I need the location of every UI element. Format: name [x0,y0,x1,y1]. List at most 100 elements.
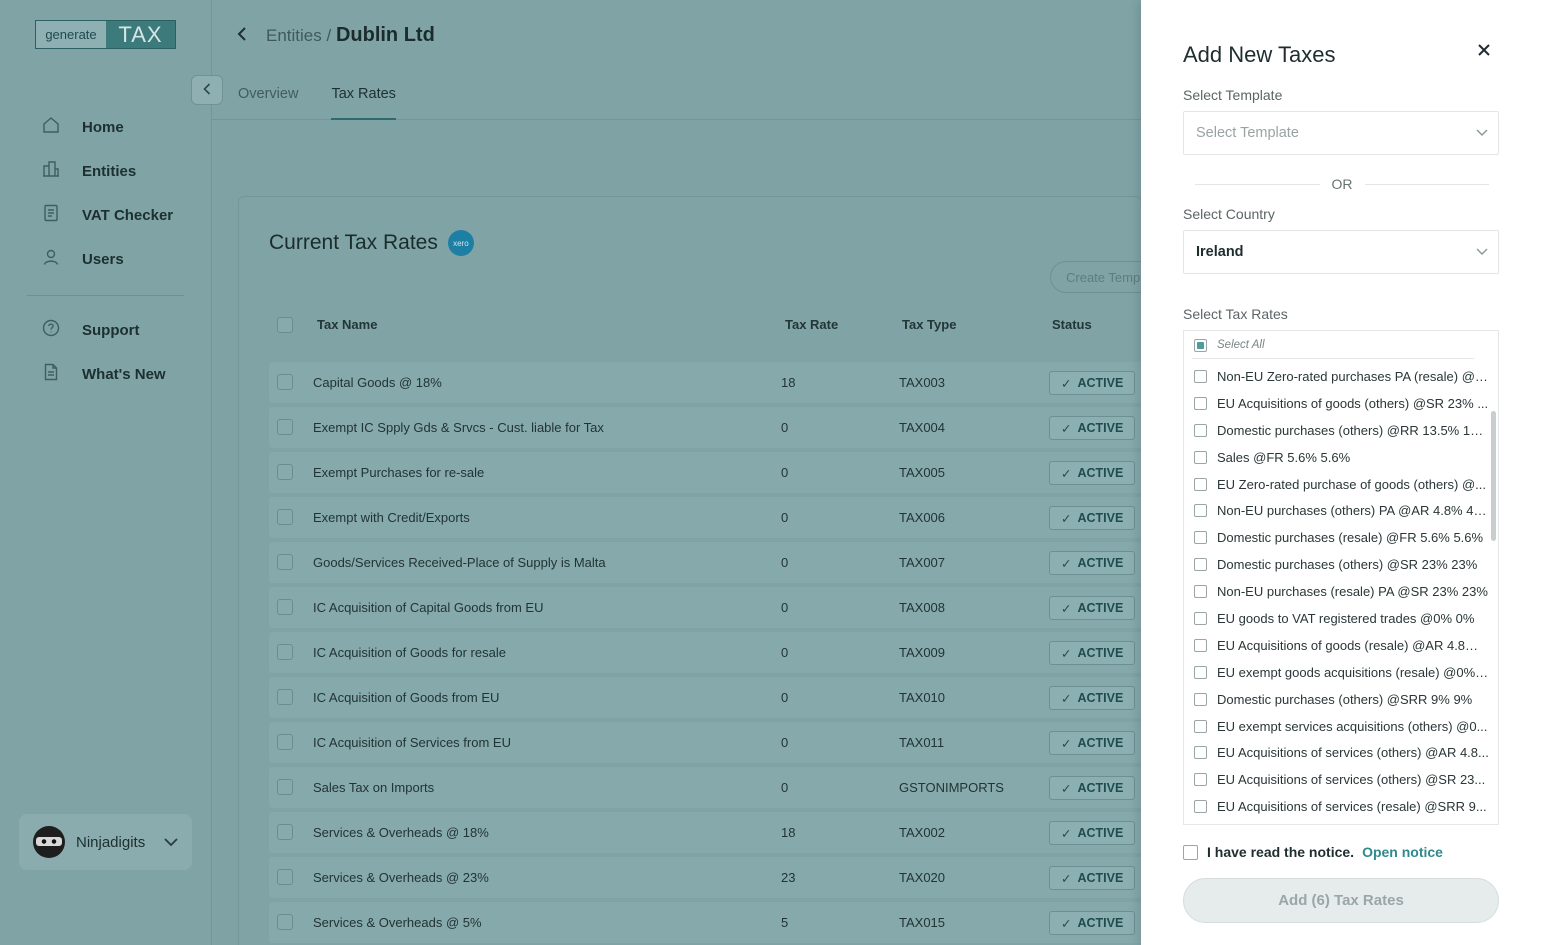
tax-rate-checkbox[interactable] [1194,611,1207,625]
tax-rate-checkbox[interactable] [1194,638,1207,652]
tax-rate-option[interactable]: Domestic purchases (others) @SR 23% 23% [1184,551,1490,578]
status-text: ACTIVE [1077,556,1124,570]
tax-rate-checkbox[interactable] [1194,585,1207,599]
sidebar-item-support[interactable]: Support [27,308,184,352]
list-scrollbar[interactable] [1491,411,1496,541]
row-checkbox[interactable] [277,374,293,390]
tax-rate-option[interactable]: EU Acquisitions of services (resale) @SR… [1184,793,1490,820]
tax-rate-option[interactable]: EU Acquisitions of goods (others) @SR 23… [1184,390,1490,417]
table-row[interactable]: IC Acquisition of Goods for resale 0 TAX00… [269,632,1141,673]
user-menu[interactable]: Ninjadigits [19,814,192,870]
tax-type-cell: TAX003 [899,375,946,390]
row-checkbox[interactable] [277,824,293,840]
tax-rate-option[interactable]: Non-EU purchases (others) PA @AR 4.8% 4.… [1184,497,1490,524]
sidebar-collapse-button[interactable] [191,75,223,105]
table-row[interactable]: Goods/Services Received-Place of Supply … [269,542,1141,583]
tax-rate-option-label: Domestic purchases (others) @SRR 9% 9% [1217,691,1473,707]
tax-rate-option[interactable]: Sales @FR 5.6% 5.6% [1184,444,1490,471]
notice-checkbox[interactable] [1183,844,1198,860]
tax-rate-checkbox[interactable] [1194,773,1207,787]
tax-rate-checkbox[interactable] [1194,719,1207,733]
table-row[interactable]: Sales Tax on Imports 0 GSTONIMPORTS ✓ ACTIVE [269,767,1141,808]
select-all-option[interactable]: Select All [1184,331,1484,359]
brand-logo[interactable]: generate TAX [35,20,176,49]
status-badge: ✓ ACTIVE [1049,911,1136,935]
tax-rate-checkbox[interactable] [1194,450,1207,464]
tax-rate-option[interactable]: EU Acquisitions of services (others) @SR… [1184,766,1490,793]
row-checkbox[interactable] [277,779,293,795]
row-checkbox[interactable] [277,914,293,930]
tax-rate-option[interactable]: Domestic purchases (others) @SRR 9% 9% [1184,686,1490,713]
sidebar-item-entities[interactable]: Entities [27,149,184,193]
tax-rate-checkbox[interactable] [1194,558,1207,572]
table-row[interactable]: Services & Overheads @ 23% 23 TAX020 ✓ ACTIV… [269,857,1141,898]
table-row[interactable]: Exempt Purchases for re-sale 0 TAX005 ✓ ACTI… [269,452,1141,493]
tax-rate-option[interactable]: Non-EU Zero-rated purchases PA (resale) … [1184,363,1490,390]
tax-rate-option[interactable]: EU exempt services acquisitions (others)… [1184,713,1490,740]
table-row[interactable]: IC Acquisition of Goods from EU 0 TAX010 ✓ A… [269,677,1141,718]
tax-rate-checkbox[interactable] [1194,746,1207,760]
tax-rate-checkbox[interactable] [1194,800,1207,814]
tax-rate-option[interactable]: EU Zero-rated purchase of goods (others)… [1184,471,1490,498]
tab-tax-rates[interactable]: Tax Rates [331,86,396,120]
chevron-down-icon [1476,245,1488,259]
tax-rate-checkbox[interactable] [1194,504,1207,518]
table-row[interactable]: Services & Overheads @ 5% 5 TAX015 ✓ ACTIVE [269,902,1141,943]
tax-rate-option[interactable]: Domestic purchases (resale) @FR 5.6% 5.6… [1184,524,1490,551]
close-icon[interactable] [1477,40,1491,63]
check-icon: ✓ [1061,466,1072,481]
table-row[interactable]: Capital Goods @ 18% 18 TAX003 ✓ ACTIVE [269,362,1141,403]
table-row[interactable]: Exempt IC Spply Gds & Srvcs - Cust. liab… [269,407,1141,448]
tax-rate-option-label: Domestic purchases (others) @SR 23% 23% [1217,557,1478,573]
row-checkbox[interactable] [277,599,293,615]
country-select[interactable]: Ireland [1183,230,1499,274]
tax-rate-checkbox[interactable] [1194,692,1207,706]
main-content: Entities / Dublin Ltd Overview Tax Rates… [212,0,1142,945]
table-row[interactable]: IC Acquisition of Capital Goods from EU 0… [269,587,1141,628]
tax-rate-checkbox[interactable] [1194,477,1207,491]
table-row[interactable]: IC Acquisition of Services from EU 0 TAX01… [269,722,1141,763]
tax-rate-checkbox[interactable] [1194,531,1207,545]
back-arrow-icon[interactable] [236,26,248,47]
tax-type-cell: TAX002 [899,825,946,840]
tax-rate-option-label: EU goods to VAT registered trades @0% 0% [1217,610,1475,626]
tax-rate-option[interactable]: Non-EU purchases (resale) PA @SR 23% 23% [1184,578,1490,605]
tax-rate-option[interactable]: EU exempt goods acquisitions (resale) @0… [1184,659,1490,686]
table-row[interactable]: Exempt with Credit/Exports 0 TAX006 ✓ ACTIVE [269,497,1141,538]
tax-type-cell: TAX009 [899,645,946,660]
tax-rate-cell: 0 [781,600,789,615]
row-checkbox[interactable] [277,464,293,480]
tax-rates-list[interactable]: Select All Non-EU Zero-rated purchases P… [1183,330,1499,825]
create-template-button[interactable]: Create Template [1050,261,1141,293]
row-checkbox[interactable] [277,644,293,660]
breadcrumb-parent[interactable]: Entities / [266,26,331,45]
row-checkbox[interactable] [277,509,293,525]
open-notice-link[interactable]: Open notice [1362,844,1443,860]
table-row[interactable]: Services & Overheads @ 18% 18 TAX002 ✓ ACTIV… [269,812,1141,853]
select-all-rows-checkbox[interactable] [277,317,293,333]
row-checkbox[interactable] [277,419,293,435]
tax-rate-option[interactable]: EU Acquisitions of services (others) @AR… [1184,739,1490,766]
sidebar-item-vat-checker[interactable]: VAT Checker [27,193,184,237]
row-checkbox[interactable] [277,554,293,570]
tax-rate-checkbox[interactable] [1194,396,1207,410]
tax-rate-checkbox[interactable] [1194,369,1207,383]
tab-overview[interactable]: Overview [238,86,298,120]
row-checkbox[interactable] [277,869,293,885]
add-tax-rates-button[interactable]: Add (6) Tax Rates [1183,878,1499,923]
tax-rate-checkbox[interactable] [1194,423,1207,437]
row-checkbox[interactable] [277,734,293,750]
sidebar-item-label: Users [82,250,124,268]
row-checkbox[interactable] [277,689,293,705]
tax-name-cell: Goods/Services Received-Place of Supply … [313,555,606,570]
select-all-checkbox[interactable] [1194,338,1207,352]
tax-rate-option[interactable]: Domestic purchases (others) @RR 13.5% 13… [1184,417,1490,444]
tax-rate-cell: 0 [781,510,789,525]
tax-rate-checkbox[interactable] [1194,665,1207,679]
template-select[interactable]: Select Template [1183,111,1499,155]
sidebar-item-users[interactable]: Users [27,237,184,281]
tax-rate-option[interactable]: EU goods to VAT registered trades @0% 0% [1184,605,1490,632]
sidebar-item-whats-new[interactable]: What's New [27,352,184,396]
sidebar-item-home[interactable]: Home [27,105,184,149]
tax-rate-option[interactable]: EU Acquisitions of goods (resale) @AR 4.… [1184,632,1490,659]
